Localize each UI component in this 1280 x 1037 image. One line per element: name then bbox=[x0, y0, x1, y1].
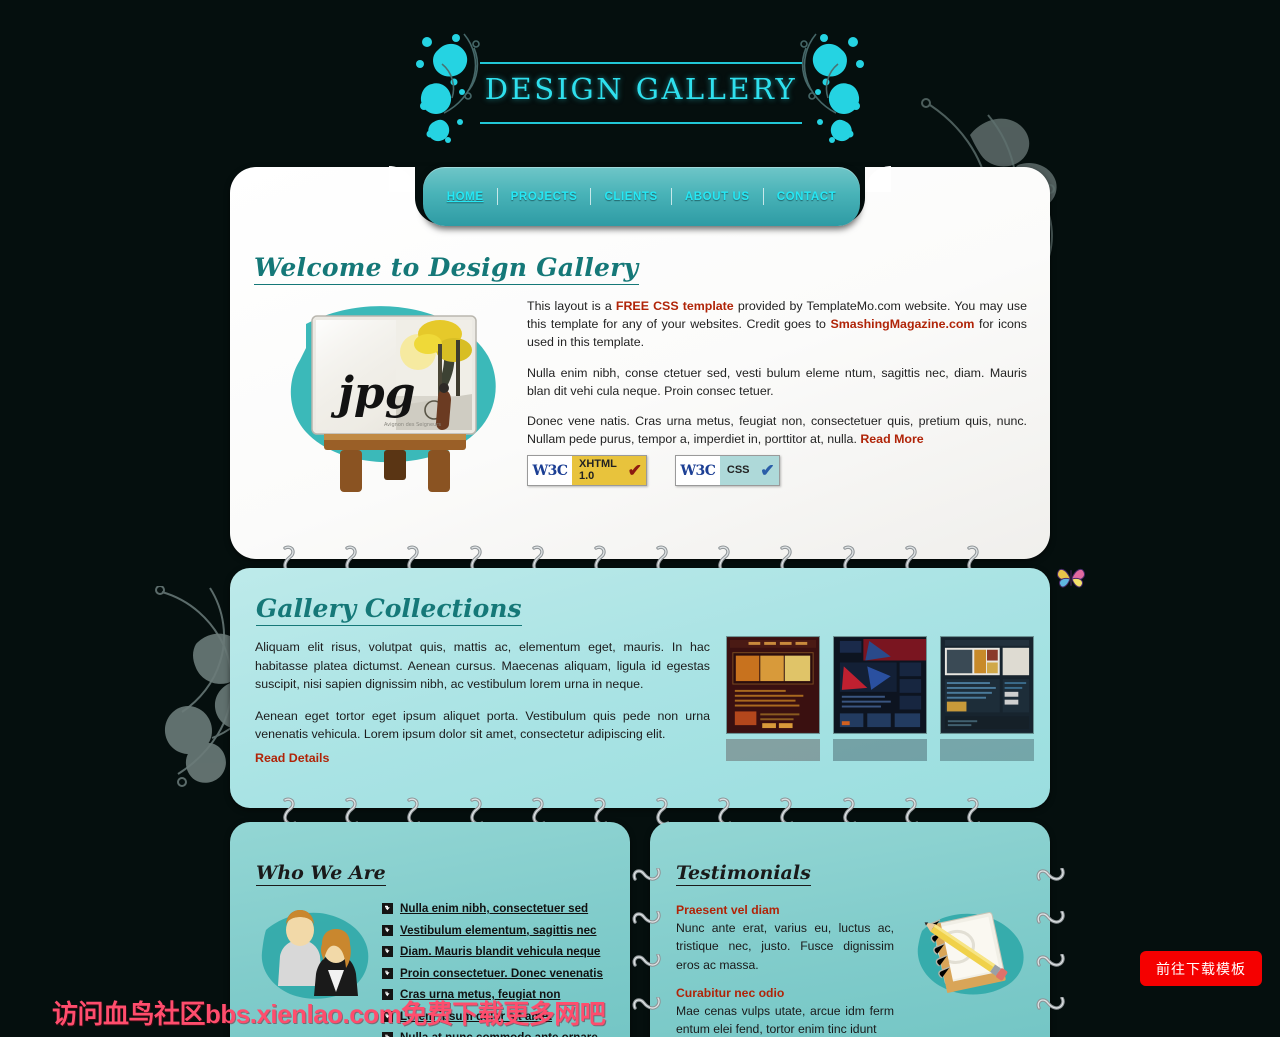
ring-icon bbox=[1036, 867, 1070, 889]
welcome-body: This layout is a FREE CSS template provi… bbox=[527, 297, 1027, 461]
main-navigation[interactable]: HOME PROJECTS CLIENTS ABOUT US CONTACT bbox=[423, 167, 860, 226]
thumbnail-reflection bbox=[833, 739, 927, 761]
arrow-right-icon bbox=[382, 924, 393, 936]
nav-item-about-us[interactable]: ABOUT US bbox=[672, 191, 763, 203]
arrow-right-icon bbox=[382, 1032, 393, 1037]
smashing-magazine-link[interactable]: SmashingMagazine.com bbox=[831, 317, 975, 331]
thumbnail-item[interactable] bbox=[833, 636, 927, 766]
spiral-rings-vertical-right bbox=[1036, 867, 1070, 1037]
welcome-paragraph-2: Nulla enim nibh, conse ctetuer sed, vest… bbox=[527, 365, 1027, 398]
list-item[interactable]: Diam. Mauris blandit vehicula neque bbox=[382, 945, 612, 958]
check-icon: ✔ bbox=[756, 456, 779, 485]
header-rule-bottom bbox=[480, 122, 802, 124]
site-header: DESIGN GALLERY bbox=[416, 33, 864, 154]
testimonial-text-2: Mae cenas vulps utate, arcue idm ferm en… bbox=[676, 1003, 894, 1037]
css-label: CSS bbox=[719, 456, 757, 485]
thumbnail-blue-site[interactable] bbox=[833, 636, 927, 734]
arrow-right-icon bbox=[382, 946, 393, 957]
list-item[interactable]: Vestibulum elementum, sagittis nec bbox=[382, 924, 612, 937]
thumbnail-item[interactable] bbox=[940, 636, 1034, 766]
arrow-right-icon bbox=[382, 967, 393, 979]
list-item-link[interactable]: Nulla enim nibh, consectetuer sed bbox=[400, 902, 588, 915]
validation-badges: W3C XHTML 1.0 ✔ W3C CSS ✔ bbox=[527, 455, 780, 486]
list-item-link[interactable]: Proin consectetuer. Donec venenatis bbox=[400, 967, 603, 980]
welcome-p3-a: Donec vene natis. Cras urna metus, feugi… bbox=[527, 414, 1027, 447]
ring-icon bbox=[632, 996, 666, 1018]
testimonial-text-1: Nunc ante erat, varius eu, luctus ac, tr… bbox=[676, 921, 894, 972]
w3c-css-badge[interactable]: W3C CSS ✔ bbox=[674, 455, 780, 486]
nav-item-projects[interactable]: PROJECTS bbox=[498, 191, 591, 203]
nav-item-clients[interactable]: CLIENTS bbox=[591, 191, 670, 203]
thumbnail-restaurant-site[interactable] bbox=[726, 636, 820, 734]
w3c-xhtml-badge[interactable]: W3C XHTML 1.0 ✔ bbox=[527, 455, 647, 486]
thumbnail-photography-site[interactable] bbox=[940, 636, 1034, 734]
list-item[interactable]: Proin consectetuer. Donec venenatis bbox=[382, 967, 612, 980]
svg-text:jpg: jpg bbox=[330, 368, 415, 419]
list-item[interactable]: Nulla at nunc commodo ante ornare bbox=[382, 1031, 612, 1037]
xhtml-label-line1: XHTML bbox=[579, 457, 617, 470]
svg-text:Avignon des Seigneurs: Avignon des Seigneurs bbox=[384, 422, 441, 428]
list-item[interactable]: Nulla enim nibh, consectetuer sed bbox=[382, 902, 612, 915]
notepad-pencil-icon bbox=[912, 905, 1027, 1005]
ring-icon bbox=[1036, 953, 1070, 975]
read-more-link[interactable]: Read More bbox=[860, 432, 923, 446]
header-rule-top bbox=[480, 62, 802, 64]
xhtml-version-label: XHTML 1.0 bbox=[572, 456, 624, 485]
gallery-paragraph-2: Aenean eget tortor eget ipsum aliquet po… bbox=[255, 708, 710, 742]
welcome-p1-a: This layout is a bbox=[527, 299, 616, 313]
ring-icon bbox=[1036, 910, 1070, 932]
welcome-heading: Welcome to Design Gallery bbox=[254, 253, 639, 285]
nav-item-contact[interactable]: CONTACT bbox=[764, 191, 850, 203]
header-ornament-right-icon bbox=[792, 30, 868, 153]
butterfly-icon bbox=[1056, 565, 1086, 591]
list-item-link[interactable]: Diam. Mauris blandit vehicula neque bbox=[400, 945, 600, 958]
ring-icon bbox=[632, 953, 666, 975]
gallery-thumbnails bbox=[726, 636, 1034, 766]
thumbnail-item[interactable] bbox=[726, 636, 820, 766]
who-we-are-heading: Who We Are bbox=[256, 862, 386, 886]
thumbnail-reflection bbox=[940, 739, 1034, 761]
ring-icon bbox=[1036, 996, 1070, 1018]
testimonials-heading: Testimonials bbox=[676, 862, 811, 886]
check-icon: ✔ bbox=[623, 456, 646, 485]
w3c-logo-text: W3C bbox=[528, 456, 572, 485]
download-template-button[interactable]: 前往下载模板 bbox=[1140, 951, 1262, 986]
testimonials-body: Praesent vel diam Nunc ante erat, varius… bbox=[676, 903, 894, 1037]
arrow-right-icon bbox=[382, 903, 393, 914]
testimonial-heading-2: Curabitur nec odio bbox=[676, 985, 785, 1000]
xhtml-label-line2: 1.0 bbox=[579, 469, 595, 482]
watermark-text: 访问血鸟社区bbs.xienlao.com免费下载更多网吧 bbox=[52, 999, 606, 1029]
header-ornament-left-icon bbox=[412, 30, 488, 153]
gallery-body: Aliquam elit risus, volutpat quis, matti… bbox=[255, 638, 710, 757]
spiral-rings-vertical bbox=[632, 867, 666, 1037]
list-item-link[interactable]: Vestibulum elementum, sagittis nec bbox=[400, 924, 597, 937]
thumbnail-reflection bbox=[726, 739, 820, 761]
read-details-link[interactable]: Read Details bbox=[255, 751, 329, 765]
welcome-paragraph-3: Donec vene natis. Cras urna metus, feugi… bbox=[527, 412, 1027, 448]
page-root: DESIGN GALLERY HOME PROJECTS CLIENTS ABO… bbox=[0, 0, 1280, 1037]
gallery-paragraph-1: Aliquam elit risus, volutpat quis, matti… bbox=[255, 640, 710, 692]
testimonial-heading-1: Praesent vel diam bbox=[676, 903, 780, 917]
header-title-frame: DESIGN GALLERY bbox=[480, 62, 802, 124]
ring-icon bbox=[632, 867, 666, 889]
people-icon bbox=[258, 900, 373, 1005]
gallery-heading: Gallery Collections bbox=[256, 594, 522, 626]
nav-item-home[interactable]: HOME bbox=[434, 191, 497, 203]
welcome-paragraph-1: This layout is a FREE CSS template provi… bbox=[527, 297, 1027, 352]
w3c-logo-text: W3C bbox=[675, 456, 720, 485]
site-title: DESIGN GALLERY bbox=[484, 72, 798, 106]
ring-icon bbox=[632, 910, 666, 932]
easel-jpg-image: jpg Avignon des Seigneurs bbox=[288, 300, 502, 496]
free-css-template-link[interactable]: FREE CSS template bbox=[616, 299, 734, 313]
list-item-link[interactable]: Nulla at nunc commodo ante ornare bbox=[400, 1031, 598, 1037]
